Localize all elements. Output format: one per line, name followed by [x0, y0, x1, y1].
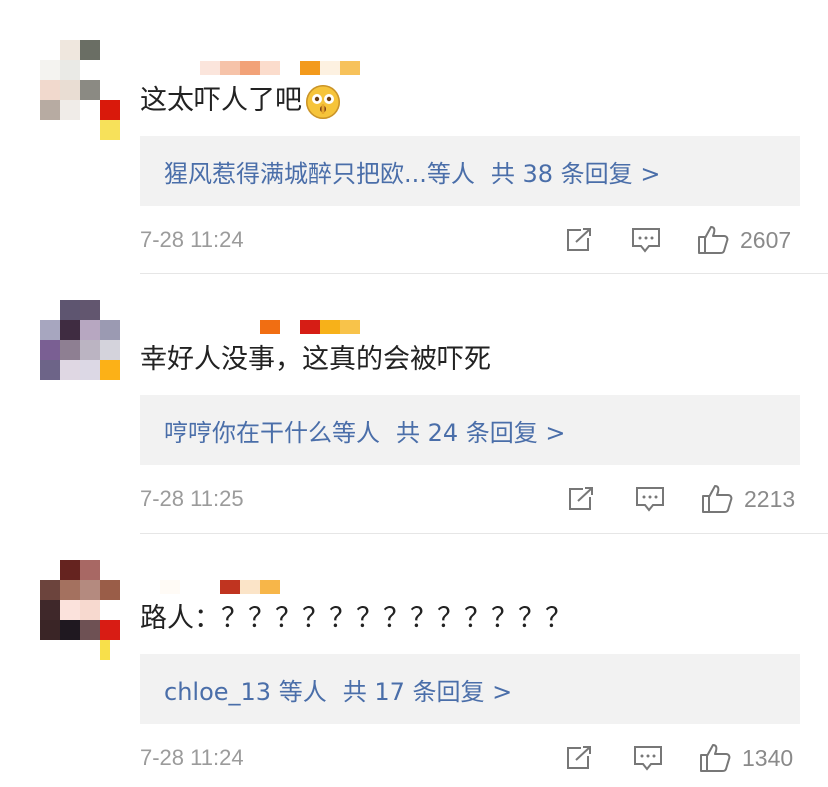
like-button[interactable]: 2213 — [700, 481, 795, 517]
share-icon — [569, 487, 593, 510]
username-redacted[interactable] — [160, 580, 280, 594]
comment-icon — [634, 746, 662, 771]
comment-button[interactable] — [630, 222, 662, 258]
avatar-badge — [100, 100, 120, 120]
divider — [140, 273, 828, 274]
comment-text-content: 这太吓人了吧 — [140, 85, 302, 116]
comment-button[interactable] — [634, 481, 666, 517]
comment-icon — [636, 487, 664, 512]
repost-button[interactable] — [564, 222, 594, 258]
reply-summary[interactable]: chloe_13 等人 共 17 条回复 > — [140, 654, 800, 724]
like-button[interactable]: 1340 — [698, 740, 793, 776]
timestamp: 7-28 11:24 — [140, 227, 244, 252]
thumbs-up-icon — [702, 485, 733, 513]
thumbs-up-icon — [700, 744, 731, 772]
reply-users[interactable]: 猩风惹得满城醉只把欧...等人 — [164, 154, 475, 189]
comment-text: 这太吓人了吧 — [140, 83, 340, 119]
like-count: 2607 — [740, 226, 792, 253]
comment-meta: 7-28 11:24 1340 — [140, 740, 800, 776]
timestamp: 7-28 11:24 — [140, 745, 244, 770]
divider — [140, 533, 828, 534]
comment-text: 幸好人没事，这真的会被吓死 — [140, 342, 491, 378]
comment-icon — [632, 228, 660, 253]
avatar-badge — [100, 640, 110, 660]
comment-button[interactable] — [632, 740, 664, 776]
comment-text: 路人：？？？？？？？？？？？？？ — [140, 601, 572, 637]
avatar[interactable] — [40, 560, 120, 640]
like-button[interactable]: 2607 — [696, 222, 791, 258]
reply-users[interactable]: chloe_13 等人 — [164, 672, 327, 707]
like-count: 1340 — [742, 744, 794, 771]
repost-button[interactable] — [566, 481, 596, 517]
reply-count-link[interactable]: 共 17 条回复 > — [343, 672, 513, 707]
reply-users[interactable]: 哼哼你在干什么等人 — [164, 413, 380, 448]
repost-button[interactable] — [564, 740, 594, 776]
shocked-face-icon — [306, 84, 340, 119]
username-redacted[interactable] — [200, 61, 360, 75]
comment-text-content: 路人：？？？？？？？？？？？？？ — [140, 603, 572, 634]
reply-count-link[interactable]: 共 24 条回复 > — [396, 413, 566, 448]
thumbs-up-icon — [698, 226, 729, 254]
share-icon — [567, 228, 591, 251]
timestamp: 7-28 11:25 — [140, 486, 244, 511]
avatar[interactable] — [40, 300, 120, 380]
comment-meta: 7-28 11:25 2213 — [140, 481, 800, 517]
like-count: 2213 — [744, 485, 796, 512]
share-icon — [567, 746, 591, 769]
comment-text-content: 幸好人没事，这真的会被吓死 — [140, 344, 491, 375]
reply-summary[interactable]: 猩风惹得满城醉只把欧...等人 共 38 条回复 > — [140, 136, 800, 206]
username-redacted[interactable] — [260, 320, 360, 334]
avatar-badge — [100, 120, 120, 140]
reply-count-link[interactable]: 共 38 条回复 > — [491, 154, 661, 189]
comment-meta: 7-28 11:24 2607 — [140, 222, 800, 258]
reply-summary[interactable]: 哼哼你在干什么等人 共 24 条回复 > — [140, 395, 800, 465]
